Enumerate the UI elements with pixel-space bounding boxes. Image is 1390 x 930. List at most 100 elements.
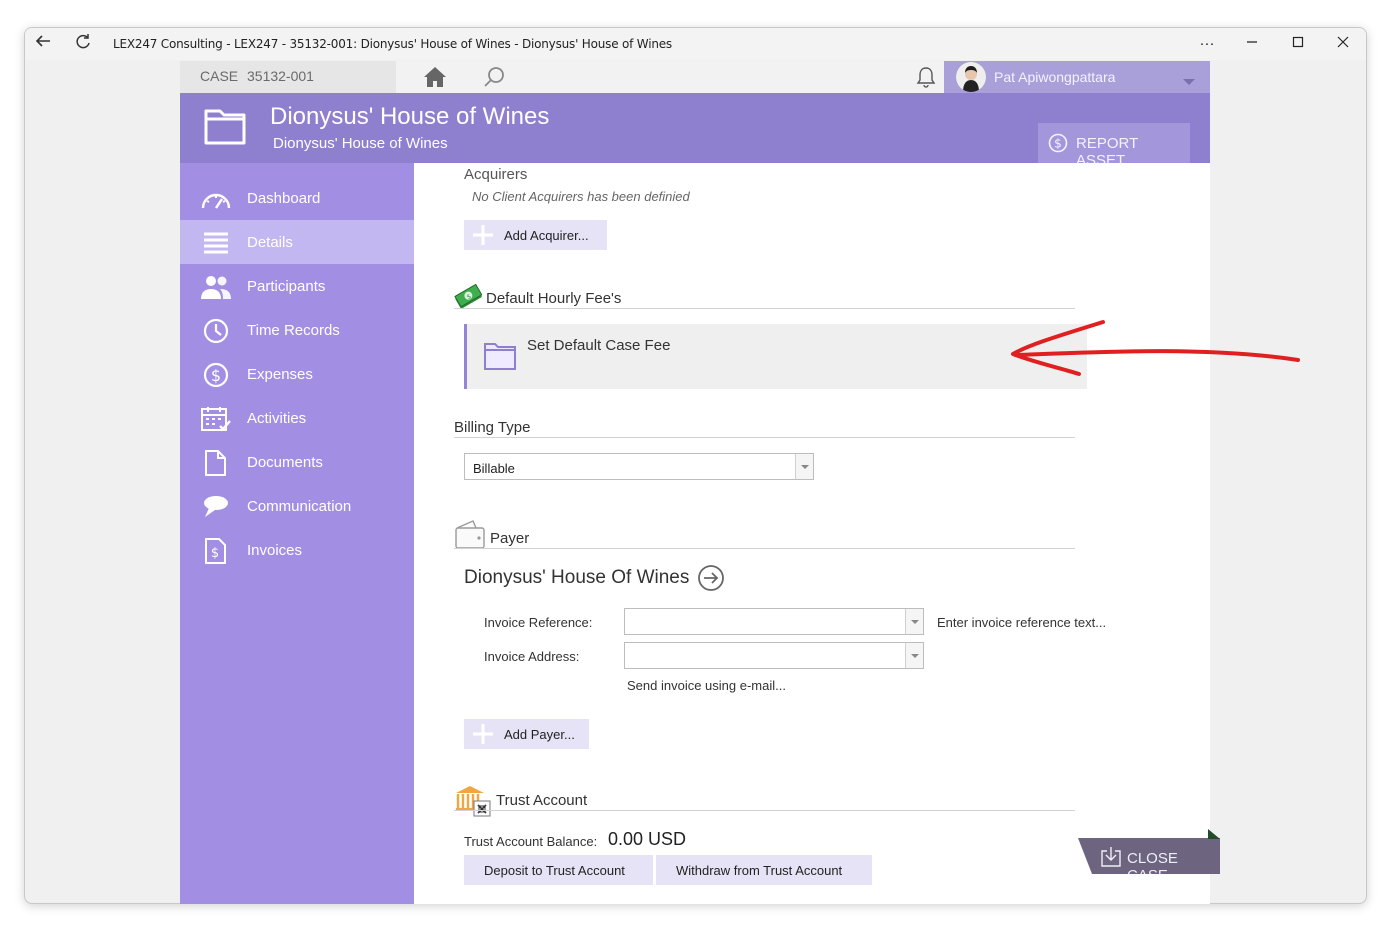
calendar-check-icon <box>200 406 232 432</box>
money-icon: $ <box>454 283 483 311</box>
add-payer-label: Add Payer... <box>504 727 575 742</box>
maximize-button[interactable] <box>1283 32 1313 56</box>
case-header: Dionysus' House of Wines Dionysus' House… <box>180 93 1210 169</box>
billing-type-title: Billing Type <box>454 419 531 436</box>
sidebar-item-label: Details <box>247 234 293 251</box>
svg-text:$: $ <box>211 546 219 561</box>
download-icon <box>1100 846 1122 868</box>
acquirers-empty-text: No Client Acquirers has been definied <box>472 189 690 204</box>
document-icon <box>200 450 232 476</box>
chat-icon <box>200 494 232 520</box>
page-subtitle: Dionysus' House of Wines <box>273 135 448 152</box>
sidebar-item-documents[interactable]: Documents <box>180 440 414 484</box>
top-bar: CASE 35132-001 Pat Apiwongpattara <box>180 61 1210 93</box>
sidebar-item-label: Time Records <box>247 322 340 339</box>
billing-type-value: Billable <box>473 461 515 476</box>
trust-account-title: Trust Account <box>496 792 588 809</box>
sidebar-item-invoices[interactable]: $ Invoices <box>180 528 414 572</box>
plus-icon <box>472 723 494 745</box>
divider <box>454 810 1075 811</box>
svg-text:$: $ <box>211 366 221 385</box>
annotation-arrow <box>1005 318 1305 378</box>
dropdown-arrow-icon[interactable] <box>905 609 923 634</box>
divider <box>454 548 1075 549</box>
deposit-trust-button[interactable]: Deposit to Trust Account <box>464 855 653 885</box>
sidebar-item-details[interactable]: Details <box>180 220 414 264</box>
set-default-case-fee-button[interactable]: Set Default Case Fee <box>464 324 1087 389</box>
wallet-icon <box>454 518 486 550</box>
close-case-button[interactable]: CLOSE CASE <box>1078 838 1220 874</box>
sidebar-item-dashboard[interactable]: Dashboard <box>180 176 414 220</box>
page-title: Dionysus' House of Wines <box>270 103 550 130</box>
chevron-down-icon[interactable] <box>1182 73 1196 85</box>
trust-balance-label: Trust Account Balance: <box>464 834 598 849</box>
dropdown-arrow-icon[interactable] <box>905 643 923 668</box>
svg-text:$: $ <box>1054 137 1062 151</box>
dollar-circle-icon: $ <box>1048 133 1068 153</box>
folder-icon <box>204 107 246 145</box>
sidebar-item-communication[interactable]: Communication <box>180 484 414 528</box>
sidebar-item-activities[interactable]: Activities <box>180 396 414 440</box>
invoice-address-select[interactable] <box>624 642 924 669</box>
case-number: 35132-001 <box>247 68 314 84</box>
more-button[interactable]: ··· <box>1192 32 1222 56</box>
dollar-circle-icon: $ <box>200 362 232 388</box>
set-default-case-fee-label: Set Default Case Fee <box>527 337 671 354</box>
sidebar-item-label: Dashboard <box>247 190 321 207</box>
add-payer-button[interactable]: Add Payer... <box>464 719 589 749</box>
acquirers-title: Acquirers <box>464 166 528 183</box>
invoice-address-label: Invoice Address: <box>484 649 580 664</box>
divider <box>454 437 1075 438</box>
user-menu[interactable]: Pat Apiwongpattara <box>944 61 1210 93</box>
sidebar-item-label: Invoices <box>247 542 303 559</box>
sidebar-item-label: Expenses <box>247 366 313 383</box>
withdraw-trust-button[interactable]: Withdraw from Trust Account <box>656 855 872 885</box>
search-icon[interactable] <box>482 65 506 89</box>
list-icon <box>200 230 232 256</box>
invoice-reference-label: Invoice Reference: <box>484 615 593 630</box>
bell-icon[interactable] <box>914 65 938 89</box>
people-icon <box>200 274 232 300</box>
add-acquirer-label: Add Acquirer... <box>504 228 589 243</box>
billing-type-select[interactable]: Billable <box>464 453 814 480</box>
invoice-reference-select[interactable] <box>624 608 924 635</box>
arrow-right-circle-icon[interactable] <box>697 564 725 592</box>
plus-icon <box>472 224 494 246</box>
bank-icon <box>454 783 494 817</box>
home-icon[interactable] <box>422 65 448 89</box>
send-invoice-email-link[interactable]: Send invoice using e-mail... <box>627 678 786 693</box>
sidebar-item-label: Documents <box>247 454 323 471</box>
invoice-reference-hint[interactable]: Enter invoice reference text... <box>937 615 1106 630</box>
invoice-icon: $ <box>200 538 232 564</box>
sidebar-item-expenses[interactable]: $ Expenses <box>180 352 414 396</box>
add-acquirer-button[interactable]: Add Acquirer... <box>464 220 607 250</box>
deposit-trust-label: Deposit to Trust Account <box>484 863 625 878</box>
clock-icon <box>200 318 232 344</box>
refresh-icon[interactable] <box>71 32 95 56</box>
app-frame: CASE 35132-001 Pat Apiwongpattara Dionys… <box>180 61 1210 904</box>
withdraw-trust-label: Withdraw from Trust Account <box>676 863 843 878</box>
title-bar: LEX247 Consulting - LEX247 - 35132-001: … <box>25 28 1366 60</box>
divider <box>454 308 1075 309</box>
minimize-button[interactable] <box>1237 32 1267 56</box>
folder-icon <box>483 340 517 372</box>
close-window-button[interactable] <box>1328 32 1358 56</box>
user-name: Pat Apiwongpattara <box>994 69 1116 85</box>
sidebar-item-time-records[interactable]: Time Records <box>180 308 414 352</box>
case-label: CASE <box>200 68 239 84</box>
avatar <box>956 62 986 92</box>
back-icon[interactable] <box>31 32 55 56</box>
payer-name: Dionysus' House Of Wines <box>464 567 690 588</box>
sidebar-item-label: Communication <box>247 498 352 515</box>
window-title: LEX247 Consulting - LEX247 - 35132-001: … <box>113 37 672 51</box>
trust-balance-value: 0.00 USD <box>608 829 687 849</box>
sidebar-item-label: Activities <box>247 410 307 427</box>
dropdown-arrow-icon[interactable] <box>795 454 813 479</box>
gauge-icon <box>200 186 232 212</box>
report-asset-button[interactable]: $ REPORT ASSET <box>1038 123 1190 169</box>
details-content: Acquirers No Client Acquirers has been d… <box>414 163 1210 904</box>
sidebar-item-participants[interactable]: Participants <box>180 264 414 308</box>
sidebar: Dashboard Details Participants Time Reco… <box>180 163 414 904</box>
sidebar-item-label: Participants <box>247 278 326 295</box>
hourly-fee-title: Default Hourly Fee's <box>486 290 622 307</box>
